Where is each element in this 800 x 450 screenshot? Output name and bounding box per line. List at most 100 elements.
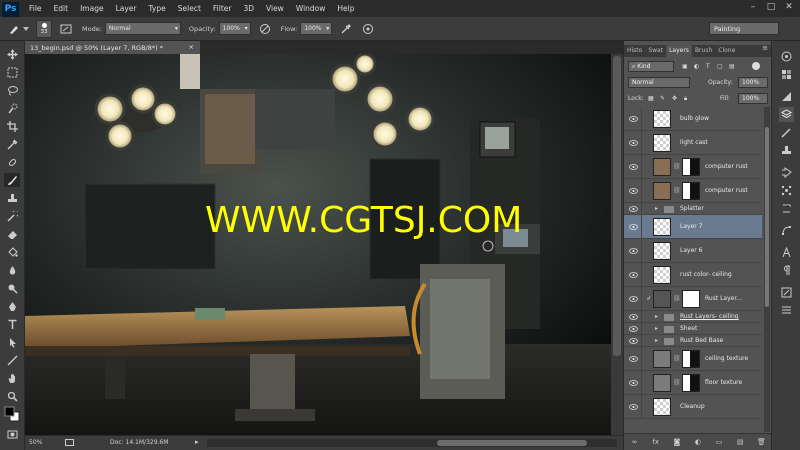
- eye-icon[interactable]: [629, 205, 638, 212]
- visibility-toggle[interactable]: [624, 323, 642, 334]
- eye-icon[interactable]: [629, 163, 638, 170]
- menu-file[interactable]: File: [23, 0, 48, 17]
- eye-icon[interactable]: [629, 223, 638, 230]
- healing-brush-tool-icon[interactable]: [4, 155, 20, 169]
- layer-mask-thumbnail[interactable]: [682, 350, 700, 368]
- layer-row[interactable]: bulb glow: [624, 107, 762, 131]
- zoom-level[interactable]: 50%: [29, 439, 42, 446]
- scrollbar-thumb[interactable]: [437, 440, 587, 446]
- add-mask-icon[interactable]: ◙: [671, 438, 683, 446]
- marquee-tool-icon[interactable]: [4, 65, 20, 79]
- mask-link-icon[interactable]: ⛓: [673, 163, 681, 170]
- path-selection-tool-icon[interactable]: [4, 335, 20, 349]
- quick-selection-tool-icon[interactable]: [4, 101, 20, 115]
- tool-presets-icon[interactable]: [779, 285, 794, 300]
- layer-row[interactable]: rust color- ceiling: [624, 263, 762, 287]
- eye-icon[interactable]: [629, 379, 638, 386]
- visibility-toggle[interactable]: [624, 131, 642, 154]
- clone-stamp-tool-icon[interactable]: [4, 191, 20, 205]
- hand-tool-icon[interactable]: [4, 371, 20, 385]
- character-panel-icon[interactable]: [779, 245, 794, 260]
- visibility-toggle[interactable]: [624, 179, 642, 202]
- eye-icon[interactable]: [629, 271, 638, 278]
- color-panel-icon[interactable]: [779, 49, 794, 64]
- layer-mask-thumbnail[interactable]: [682, 290, 700, 308]
- menu-help[interactable]: Help: [331, 0, 360, 17]
- eraser-tool-icon[interactable]: [4, 227, 20, 241]
- blend-mode-select[interactable]: Normal: [628, 77, 690, 88]
- zoom-tool-icon[interactable]: [4, 389, 20, 403]
- layer-row[interactable]: Layer 6: [624, 239, 762, 263]
- layers-scrollbar[interactable]: [764, 107, 770, 432]
- visibility-toggle[interactable]: [624, 239, 642, 262]
- adjustment-layer-icon[interactable]: ◐: [692, 438, 704, 446]
- visibility-toggle[interactable]: [624, 311, 642, 322]
- expand-arrow-icon[interactable]: ▸: [655, 337, 658, 344]
- brush-panel-toggle-icon[interactable]: [58, 21, 74, 37]
- tab-clone[interactable]: Clone: [715, 45, 738, 57]
- lock-image-icon[interactable]: ✎: [660, 95, 665, 102]
- move-tool-icon[interactable]: [4, 47, 20, 61]
- menu-image[interactable]: Image: [74, 0, 110, 17]
- lasso-tool-icon[interactable]: [4, 83, 20, 97]
- layer-row[interactable]: ⛓ computer rust: [624, 155, 762, 179]
- menu-select[interactable]: Select: [172, 0, 207, 17]
- mask-link-icon[interactable]: ⛓: [673, 295, 681, 302]
- status-menu-arrow[interactable]: ▸: [195, 438, 199, 446]
- eye-icon[interactable]: [629, 247, 638, 254]
- visibility-toggle[interactable]: [624, 287, 642, 310]
- visibility-toggle[interactable]: [624, 347, 642, 370]
- maximize-button[interactable]: □: [762, 0, 780, 15]
- mask-link-icon[interactable]: ⛓: [673, 187, 681, 194]
- menu-window[interactable]: Window: [290, 0, 332, 17]
- flow-field[interactable]: 100% ▾: [300, 22, 333, 35]
- pressure-size-icon[interactable]: [360, 21, 376, 37]
- visibility-toggle[interactable]: [624, 155, 642, 178]
- layer-row[interactable]: Layer 7: [624, 215, 762, 239]
- color-swatches[interactable]: [4, 405, 20, 423]
- eye-icon[interactable]: [629, 313, 638, 320]
- layers-panel-icon[interactable]: [779, 107, 794, 122]
- visibility-toggle[interactable]: [624, 215, 642, 238]
- document-tab[interactable]: 13_begin.psd @ 50% (Layer 7, RGB/8*) * ×: [25, 41, 200, 54]
- share-icon[interactable]: [65, 438, 74, 449]
- expand-arrow-icon[interactable]: ▸: [655, 325, 658, 332]
- visibility-toggle[interactable]: [624, 107, 642, 130]
- paragraph-panel-icon[interactable]: [779, 263, 794, 278]
- opacity-field[interactable]: 100% ▾: [218, 22, 251, 35]
- scrollbar-thumb[interactable]: [613, 56, 621, 356]
- eye-icon[interactable]: [629, 295, 638, 302]
- layer-opacity-field[interactable]: 100%: [738, 77, 768, 88]
- lock-position-icon[interactable]: ✥: [672, 95, 677, 102]
- brush-tool-preset-icon[interactable]: [6, 21, 22, 37]
- menu-edit[interactable]: Edit: [48, 0, 75, 17]
- crop-tool-icon[interactable]: [4, 119, 20, 133]
- airbrush-icon[interactable]: [338, 21, 354, 37]
- layer-style-icon[interactable]: fx: [650, 438, 662, 446]
- layer-row[interactable]: ▸ Splatter: [624, 203, 762, 215]
- tab-swatches[interactable]: Swat: [645, 45, 666, 57]
- eye-icon[interactable]: [629, 115, 638, 122]
- layer-row[interactable]: ⛓ floor texture: [624, 371, 762, 395]
- eye-icon[interactable]: [629, 403, 638, 410]
- visibility-toggle[interactable]: [624, 263, 642, 286]
- layer-row[interactable]: Cleanup: [624, 395, 762, 419]
- tab-histogram[interactable]: Histo: [624, 45, 645, 57]
- layer-row[interactable]: ⛓ ceiling texture: [624, 347, 762, 371]
- close-tab-icon[interactable]: ×: [189, 43, 194, 51]
- paint-bucket-tool-icon[interactable]: [4, 245, 20, 259]
- brush-size-picker[interactable]: 33: [36, 19, 52, 38]
- layer-row[interactable]: light cast: [624, 131, 762, 155]
- layer-row[interactable]: ↲ ⛓ Rust Layer...: [624, 287, 762, 311]
- mask-link-icon[interactable]: ⛓: [673, 379, 681, 386]
- filter-adjustment-icon[interactable]: ◐: [694, 63, 699, 70]
- scrollbar-thumb[interactable]: [765, 127, 769, 307]
- menu-layer[interactable]: Layer: [110, 0, 143, 17]
- filter-pixel-icon[interactable]: ▣: [682, 63, 688, 70]
- expand-arrow-icon[interactable]: ▸: [655, 205, 658, 212]
- fill-field[interactable]: 100%: [738, 93, 768, 104]
- pen-tool-icon[interactable]: [4, 299, 20, 313]
- eye-icon[interactable]: [629, 325, 638, 332]
- info-panel-icon[interactable]: [779, 303, 794, 318]
- adjustments-panel-icon[interactable]: [779, 89, 794, 104]
